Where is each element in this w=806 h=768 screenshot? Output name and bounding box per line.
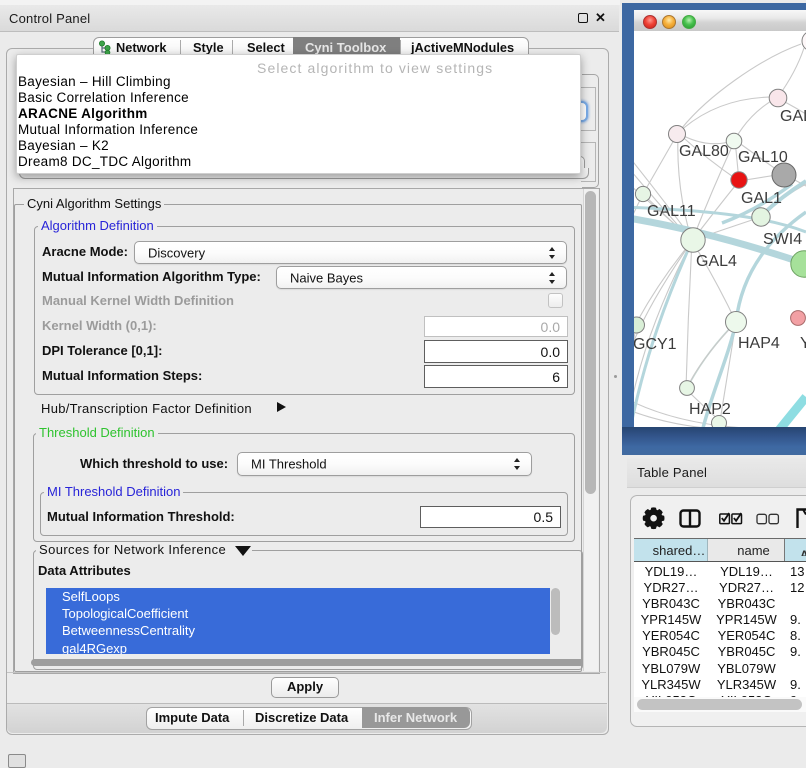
svg-text:GAL4: GAL4 <box>696 253 737 270</box>
svg-text:GAL1: GAL1 <box>741 190 782 207</box>
svg-text:GAL7: GAL7 <box>780 108 806 125</box>
svg-text:GAL10: GAL10 <box>738 149 788 166</box>
svg-text:Y: Y <box>800 335 806 352</box>
svg-text:SWI4: SWI4 <box>763 231 802 248</box>
svg-text:HAP2: HAP2 <box>689 401 731 418</box>
svg-text:GCY1: GCY1 <box>634 336 677 353</box>
svg-text:HAP4: HAP4 <box>738 335 780 352</box>
svg-text:GAL11: GAL11 <box>647 203 696 220</box>
svg-text:GAL80: GAL80 <box>679 143 729 160</box>
